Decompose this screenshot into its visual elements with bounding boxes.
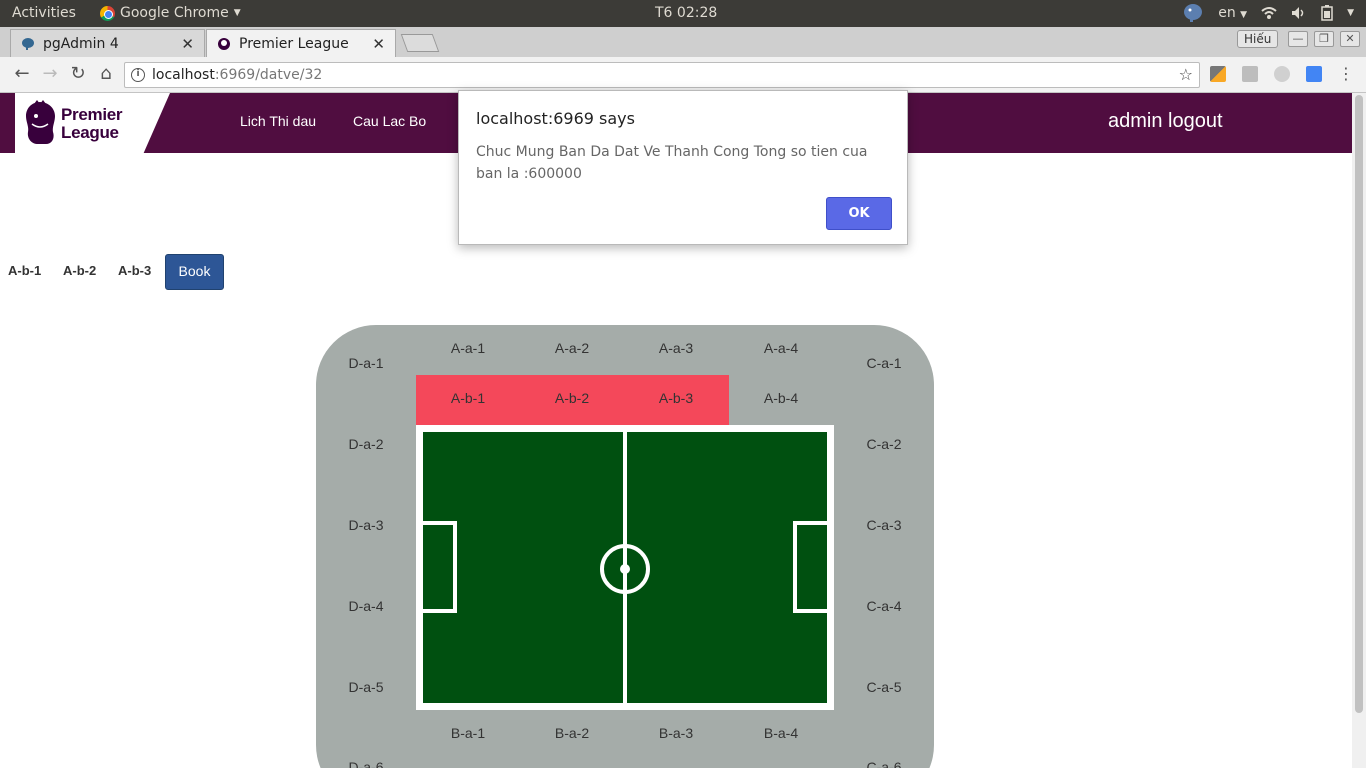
url-text[interactable]: localhost:6969/datve/32 [152,67,322,83]
premier-league-favicon-icon [217,37,231,51]
close-tab-icon[interactable]: ✕ [372,35,385,53]
seat-b-a-1[interactable]: B-a-1 [428,725,508,741]
chevron-down-icon: ▼ [1240,10,1248,20]
alert-message: Chuc Mung Ban Da Dat Ve Thanh Cong Tong … [476,144,868,182]
scrollbar-thumb[interactable] [1355,95,1363,713]
pitch-border [416,425,834,710]
seat-d-a-5[interactable]: D-a-5 [326,679,406,695]
extension-eyedropper-icon[interactable] [1210,66,1226,82]
alert-title: localhost:6969 says [476,109,635,128]
lion-crest-icon [26,100,55,144]
pgadmin-favicon-icon [21,37,35,51]
pgadmin-elephant-icon[interactable] [1182,3,1204,23]
seat-a-b-4[interactable]: A-b-4 [741,390,821,406]
language-indicator[interactable]: en ▼ [1218,5,1247,21]
address-bar[interactable]: i localhost:6969/datve/32 ☆ [124,62,1200,88]
extension-document-icon[interactable] [1242,66,1258,82]
maximize-window-icon[interactable]: ❐ [1314,31,1334,47]
close-window-icon[interactable]: ✕ [1340,31,1360,47]
logo-wordmark: Premier League [61,105,123,142]
football-pitch [419,432,831,703]
nav-cau-lac-bo[interactable]: Cau Lac Bo [353,113,426,129]
app-menu-label: Google Chrome [120,5,229,21]
system-menu-chevron-icon[interactable]: ▼ [1347,8,1354,18]
left-penalty-box [419,521,457,613]
seat-a-a-1[interactable]: A-a-1 [428,340,508,356]
battery-icon[interactable] [1321,5,1333,21]
seat-a-b-2[interactable]: A-b-2 [532,390,612,406]
seat-d-a-3[interactable]: D-a-3 [326,517,406,533]
logo-line-2: League [61,123,119,142]
ok-button[interactable]: OK [826,197,892,230]
seat-c-a-3[interactable]: C-a-3 [844,517,924,533]
seat-c-a-5[interactable]: C-a-5 [844,679,924,695]
seat-a-a-4[interactable]: A-a-4 [741,340,821,356]
forward-arrow-icon[interactable]: → [38,63,62,87]
seat-b-a-2[interactable]: B-a-2 [532,725,612,741]
seat-d-a-2[interactable]: D-a-2 [326,436,406,452]
seat-a-b-1[interactable]: A-b-1 [428,390,508,406]
seat-d-a-6[interactable]: D-a-6 [326,759,406,768]
home-icon[interactable]: ⌂ [94,63,118,87]
app-menu[interactable]: Google Chrome ▼ [100,5,241,21]
selected-seat: A-b-2 [63,263,97,278]
chrome-menu-icon[interactable]: ⋮ [1334,63,1358,87]
seat-c-a-1[interactable]: C-a-1 [844,355,924,371]
selected-seat: A-b-3 [118,263,152,278]
bookmark-star-icon[interactable]: ☆ [1179,65,1193,84]
center-spot [620,564,630,574]
chrome-logo-icon [100,5,115,21]
seat-a-a-3[interactable]: A-a-3 [636,340,716,356]
close-tab-icon[interactable]: ✕ [181,35,194,53]
system-top-bar: Activities Google Chrome ▼ T6 02:28 en ▼… [0,0,1366,27]
page-scrollbar[interactable] [1352,93,1366,768]
browser-toolbar: ← → ↻ ⌂ i localhost:6969/datve/32 ☆ ⋮ [0,57,1366,93]
seat-a-a-2[interactable]: A-a-2 [532,340,612,356]
seat-a-b-3[interactable]: A-b-3 [636,390,716,406]
alert-dialog: localhost:6969 says Chuc Mung Ban Da Dat… [458,90,908,245]
seat-b-a-4[interactable]: B-a-4 [741,725,821,741]
reload-icon[interactable]: ↻ [66,63,90,87]
chevron-down-icon: ▼ [233,8,241,18]
logo-line-1: Premier [61,105,123,124]
premier-league-logo[interactable]: Premier League [15,93,170,153]
right-penalty-box [793,521,831,613]
url-path: :6969/datve/32 [214,67,323,83]
tab-label: Premier League [239,35,349,52]
tab-strip: pgAdmin 4 ✕ Premier League ✕ Hiếu — ❐ ✕ [0,27,1366,57]
system-tray: en ▼ ▼ [1182,3,1354,23]
extension-settings-icon[interactable] [1274,66,1290,82]
tab-pgadmin[interactable]: pgAdmin 4 ✕ [10,29,205,57]
seat-d-a-4[interactable]: D-a-4 [326,598,406,614]
selected-seat: A-b-1 [8,263,42,278]
tab-label: pgAdmin 4 [43,35,119,52]
seat-b-a-3[interactable]: B-a-3 [636,725,716,741]
nav-lich-thi-dau[interactable]: Lich Thi dau [240,113,316,129]
book-button[interactable]: Book [165,254,224,290]
language-label: en [1218,5,1236,21]
seat-c-a-2[interactable]: C-a-2 [844,436,924,452]
site-info-icon[interactable]: i [131,68,145,82]
new-tab-button[interactable] [400,34,440,52]
seat-d-a-1[interactable]: D-a-1 [326,355,406,371]
clock[interactable]: T6 02:28 [655,5,717,21]
url-host: localhost [152,67,215,83]
profile-chip[interactable]: Hiếu [1237,30,1279,48]
seat-c-a-4[interactable]: C-a-4 [844,598,924,614]
admin-logout-link[interactable]: admin logout [1108,110,1223,133]
volume-icon[interactable] [1291,6,1307,20]
back-arrow-icon[interactable]: ← [10,63,34,87]
google-translate-icon[interactable] [1306,66,1322,82]
seat-c-a-6[interactable]: C-a-6 [844,759,924,768]
tab-premier-league[interactable]: Premier League ✕ [206,29,396,57]
minimize-window-icon[interactable]: — [1288,31,1308,47]
activities-button[interactable]: Activities [12,5,76,21]
wifi-icon[interactable] [1261,6,1277,20]
